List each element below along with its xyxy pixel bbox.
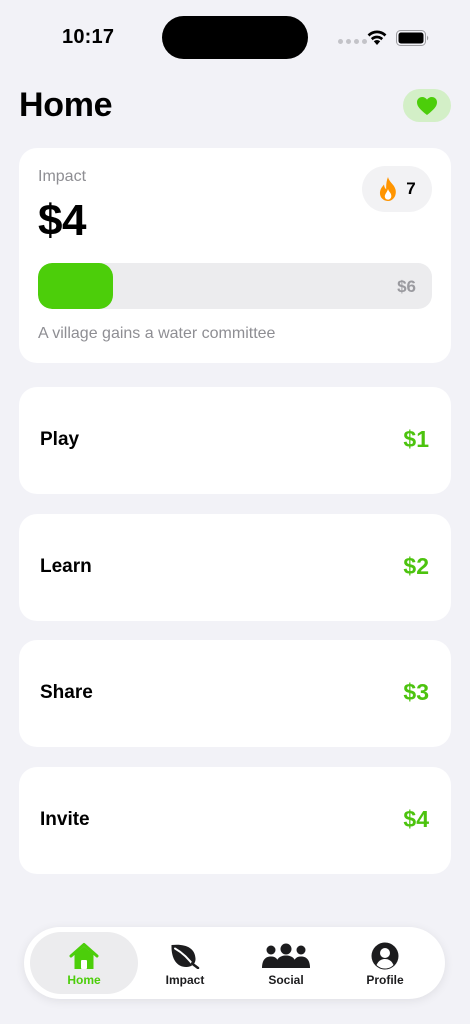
favorite-button[interactable] [403, 89, 451, 122]
action-label: Play [40, 429, 80, 450]
streak-count: 7 [406, 179, 416, 198]
cellular-signal-icon [338, 39, 367, 44]
tab-label: Profile [366, 973, 404, 987]
dynamic-island [162, 16, 308, 59]
impact-label: Impact [38, 168, 87, 185]
progress-goal: $6 [397, 277, 416, 296]
action-card-share[interactable]: Share $3 [19, 640, 451, 747]
battery-icon [396, 30, 429, 46]
tab-impact[interactable]: Impact [131, 932, 239, 994]
tab-social[interactable]: Social [232, 932, 340, 994]
home-icon [67, 941, 101, 971]
action-reward: $3 [403, 679, 429, 705]
action-label: Learn [40, 556, 92, 577]
action-card-invite[interactable]: Invite $4 [19, 767, 451, 874]
tab-home[interactable]: Home [30, 932, 138, 994]
people-icon [260, 941, 312, 971]
action-reward: $4 [403, 806, 429, 832]
action-reward: $1 [403, 426, 429, 452]
action-card-learn[interactable]: Learn $2 [19, 514, 451, 621]
profile-icon [368, 941, 402, 971]
tab-bar: Home Impact Social Profile [24, 927, 445, 999]
status-time: 10:17 [62, 26, 115, 48]
action-card-play[interactable]: Play $1 [19, 387, 451, 494]
flame-icon [380, 177, 397, 201]
impact-message: A village gains a water committee [38, 325, 276, 342]
progress-fill [38, 263, 113, 309]
page-title: Home [19, 86, 113, 124]
impact-progress-bar: $6 [38, 263, 432, 309]
action-reward: $2 [403, 553, 429, 579]
wifi-icon [367, 30, 387, 45]
tab-label: Impact [165, 973, 205, 987]
tab-label: Social [268, 973, 304, 987]
status-bar: 10:17 [0, 0, 470, 70]
tab-profile[interactable]: Profile [331, 932, 439, 994]
impact-amount: $4 [38, 196, 86, 245]
leaf-icon [168, 941, 202, 971]
heart-icon [417, 96, 437, 115]
impact-card: Impact $4 7 $6 A village gains a water c… [19, 148, 451, 363]
home-screen: 10:17 Home Impact $4 7 $6 A village gain… [0, 0, 470, 1024]
action-label: Invite [40, 809, 90, 830]
tab-label: Home [67, 973, 101, 987]
action-label: Share [40, 682, 93, 703]
streak-badge[interactable]: 7 [362, 166, 432, 212]
